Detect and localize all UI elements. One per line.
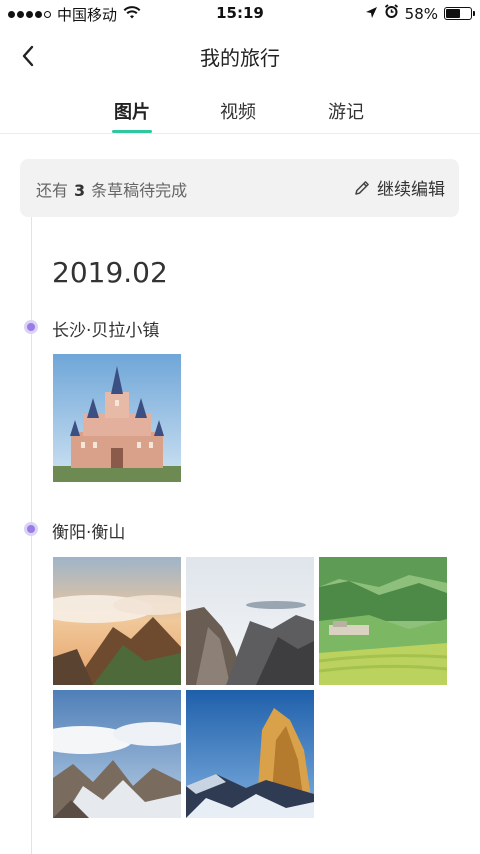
photo-green-terraced-hills[interactable] (319, 557, 447, 685)
tab-bar: 图片 视频 游记 (0, 90, 480, 134)
battery-percent: 58% (404, 4, 438, 23)
continue-editing-label: 继续编辑 (377, 180, 445, 200)
draft-banner[interactable]: 还有 3 条草稿待完成 继续编辑 (20, 159, 459, 217)
tab-photos[interactable]: 图片 (102, 98, 162, 124)
page-title: 我的旅行 (200, 46, 280, 70)
location-title: 衡阳·衡山 (52, 523, 126, 543)
battery-icon (444, 7, 475, 20)
photo-castle[interactable] (53, 354, 181, 482)
status-right: 58% (365, 4, 475, 23)
timeline-dot (24, 320, 38, 334)
nav-bar: 我的旅行 (0, 28, 480, 84)
draft-count: 3 (74, 181, 86, 200)
pencil-icon (355, 180, 369, 195)
location-title: 长沙·贝拉小镇 (52, 321, 160, 341)
tab-videos[interactable]: 视频 (208, 98, 268, 124)
photo-snowy-mountain-clouds[interactable] (53, 690, 181, 818)
draft-prefix: 还有 (36, 181, 69, 200)
status-bar: 中国移动 15:19 58% (0, 0, 480, 28)
month-heading: 2019.02 (52, 256, 168, 289)
draft-suffix: 条草稿待完成 (91, 181, 188, 200)
draft-message: 还有 3 条草稿待完成 (36, 177, 187, 201)
tab-travelogues[interactable]: 游记 (316, 98, 376, 124)
location-arrow-icon (365, 5, 378, 23)
photo-sunrise-clouds-peak[interactable] (53, 557, 181, 685)
continue-editing-button[interactable]: 继续编辑 (353, 175, 445, 200)
timeline-dot (24, 522, 38, 536)
photo-misty-rocky-peaks[interactable] (186, 557, 314, 685)
alarm-icon (384, 4, 399, 23)
tab-active-indicator (112, 130, 152, 133)
photo-golden-rock-peak-snow[interactable] (186, 690, 314, 818)
